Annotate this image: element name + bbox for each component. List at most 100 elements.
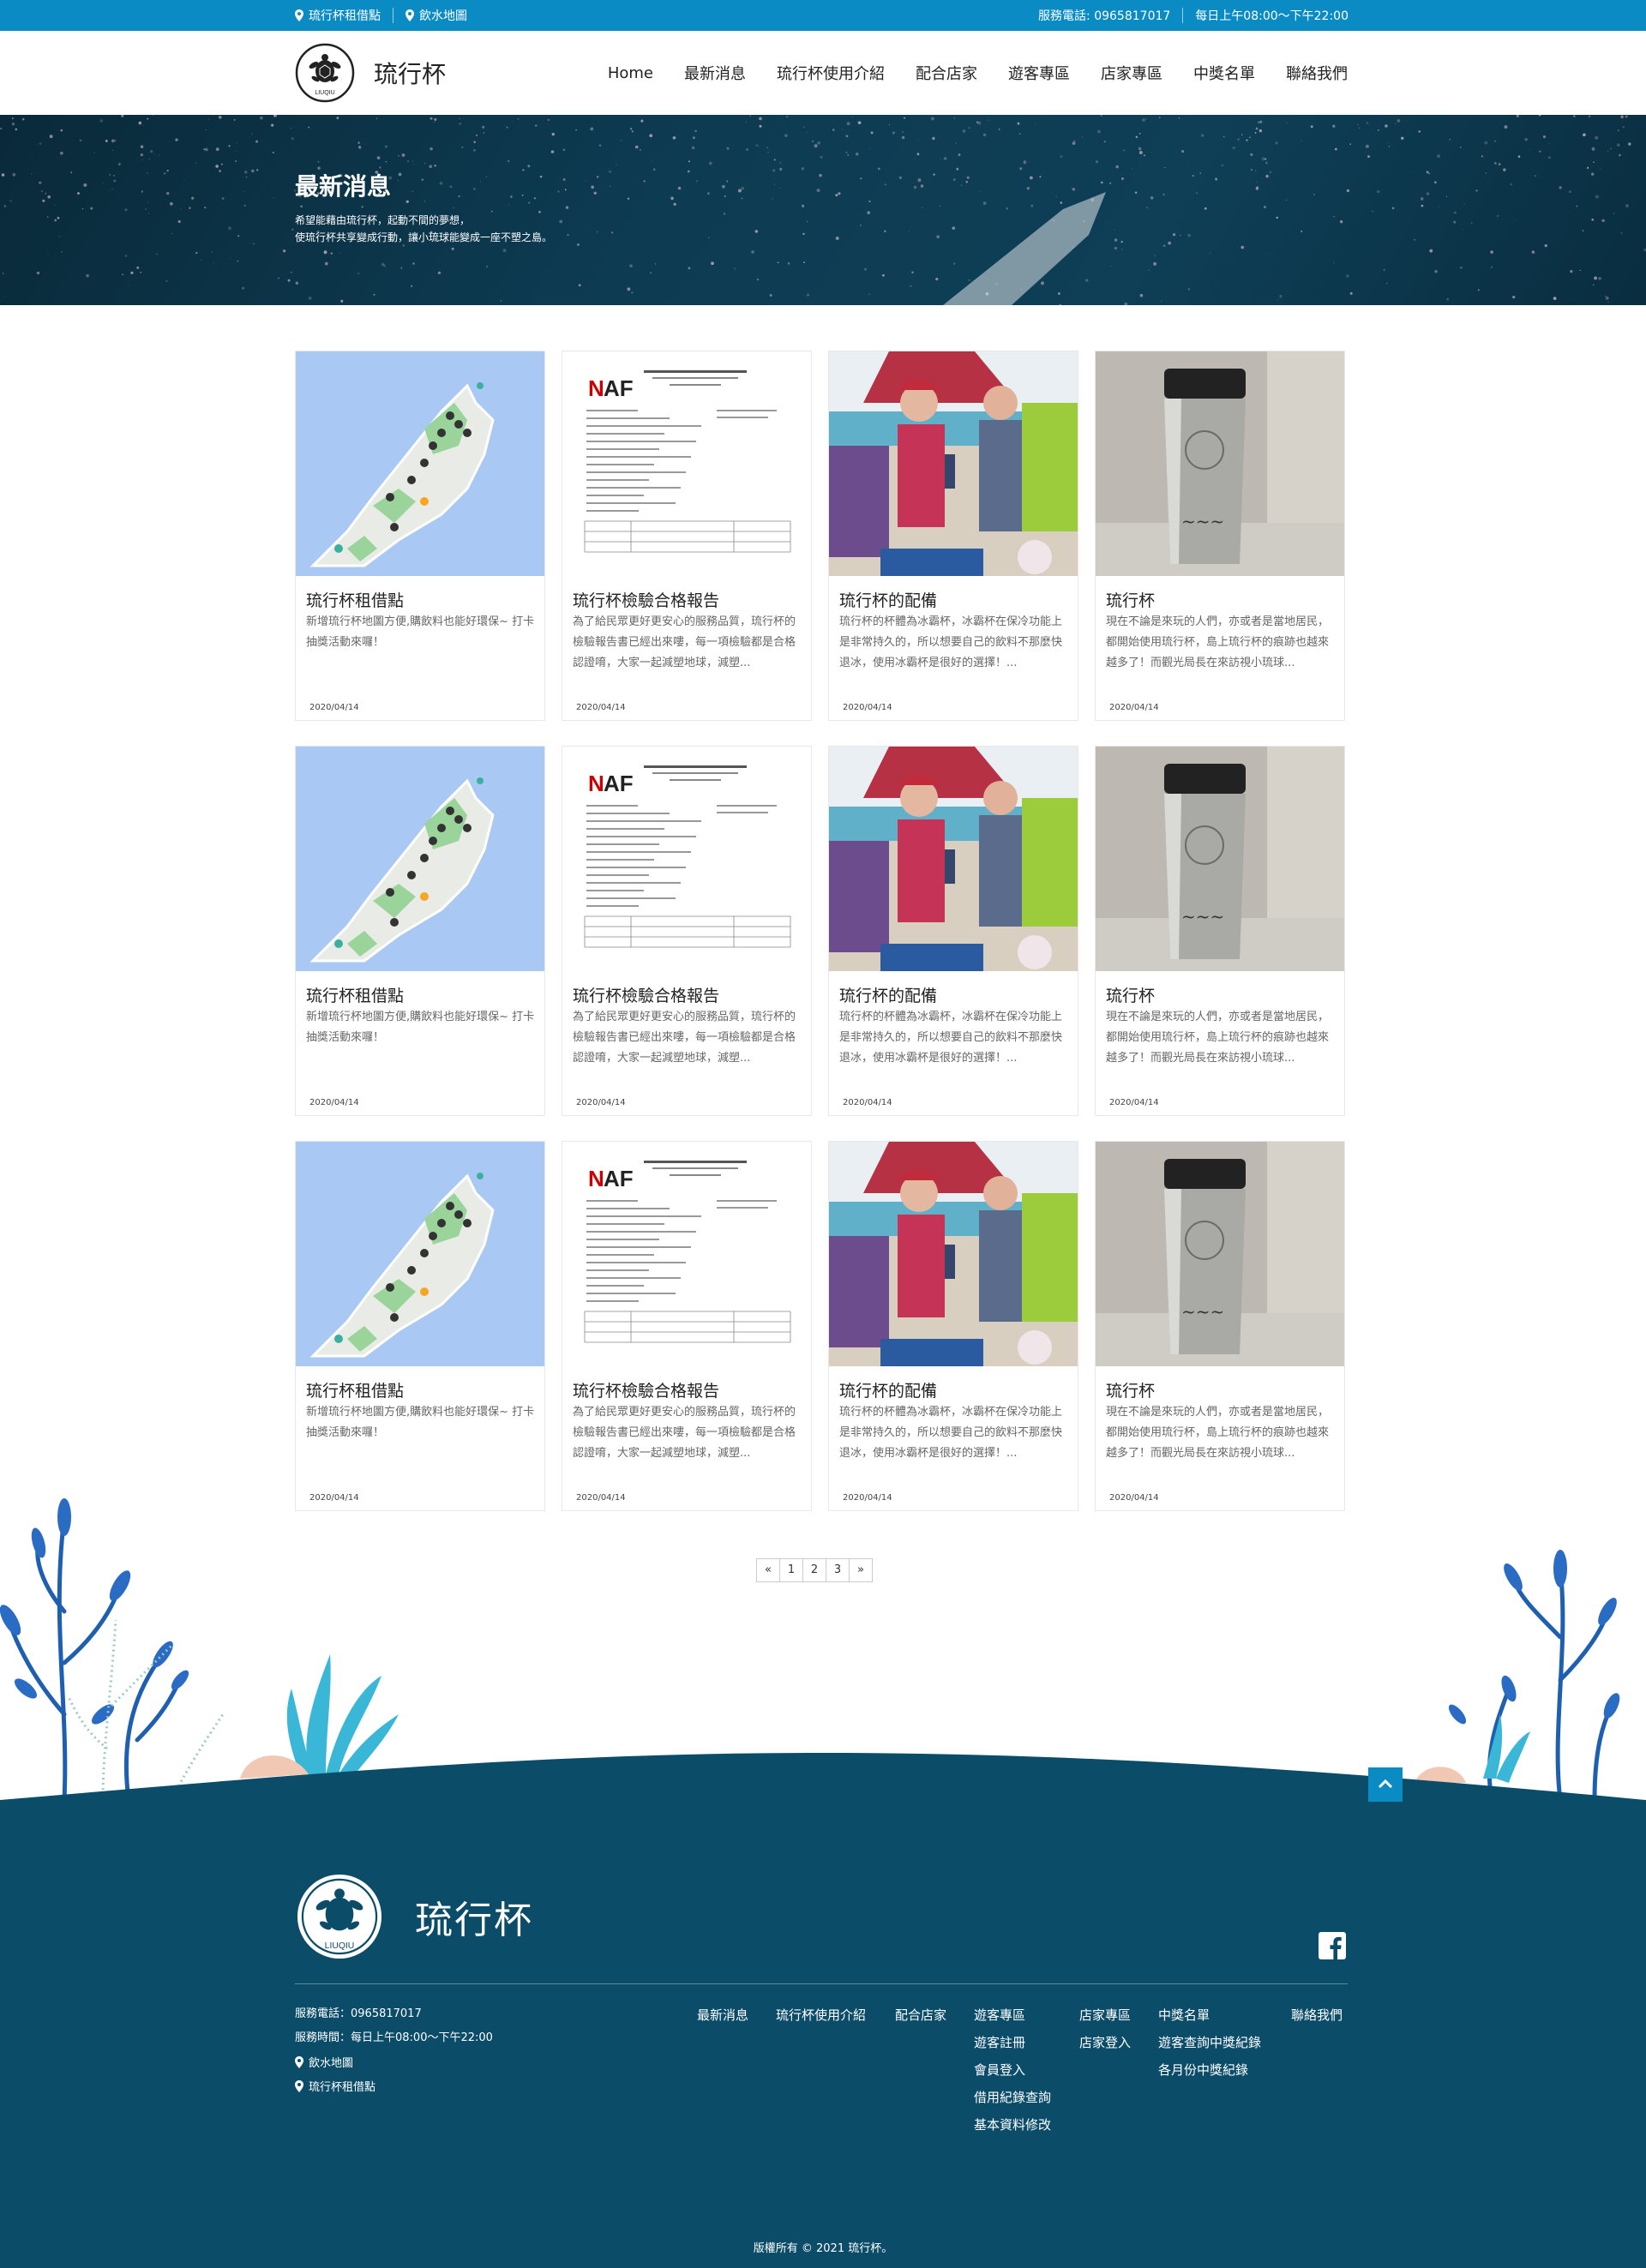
facebook-icon[interactable] — [1319, 1932, 1346, 1959]
svg-text:N: N — [588, 771, 604, 796]
footer-water-map-link[interactable]: 飲水地圖 — [295, 2054, 353, 2070]
footer-link-profile-edit[interactable]: 基本資料修改 — [974, 2115, 1051, 2143]
news-card[interactable]: 琉行杯的配備 琉行杯的杯體為冰霸杯，冰霸杯在保冷功能上是非常持久的，所以想要自己… — [828, 746, 1078, 1116]
footer-link-intro[interactable]: 琉行杯使用介紹 — [776, 2006, 866, 2033]
news-card-description: 新增琉行杯地圖方便,購飲料也能好環保~ 打卡抽獎活動來囉！ — [306, 615, 535, 649]
svg-text:~~~: ~~~ — [1181, 1301, 1224, 1322]
footer-col-stores: 配合店家 — [895, 2006, 946, 2033]
news-card-image[interactable]: N AF — [562, 747, 811, 971]
copyright: 版權所有 © 2021 琉行杯。 — [753, 2242, 893, 2255]
turtle-logo-icon: LIUQIU — [295, 43, 355, 103]
news-card-date: 2020/04/14 — [576, 703, 626, 712]
footer-logo[interactable]: LIUQIU 琉行杯 — [295, 1872, 533, 1961]
news-card-title[interactable]: 琉行杯的配備 — [839, 1378, 937, 1401]
nav-partner-stores[interactable]: 配合店家 — [916, 62, 977, 84]
news-card-image[interactable] — [829, 747, 1078, 971]
nav-winners[interactable]: 中獎名單 — [1193, 62, 1255, 84]
news-card[interactable]: 琉行杯租借點 新增琉行杯地圖方便,購飲料也能好環保~ 打卡抽獎活動來囉！ 202… — [295, 1141, 545, 1511]
news-card-title[interactable]: 琉行杯租借點 — [306, 588, 404, 611]
svg-text:AF: AF — [604, 1166, 634, 1191]
page-title: 最新消息 — [295, 172, 392, 201]
news-card-title[interactable]: 琉行杯的配備 — [839, 983, 937, 1006]
footer-link-store-zone[interactable]: 店家專區 — [1079, 2006, 1131, 2033]
site-footer — [0, 1800, 1646, 2268]
nav-home[interactable]: Home — [608, 64, 653, 82]
news-card[interactable]: N AF 琉行杯檢驗合格報告 為了給民眾更好更安心的服務品質，琉行杯的檢驗報告書… — [562, 1141, 812, 1511]
news-card[interactable]: 琉行杯的配備 琉行杯的杯體為冰霸杯，冰霸杯在保冷功能上是非常持久的，所以想要自己… — [828, 351, 1078, 721]
footer-link-contact[interactable]: 聯絡我們 — [1291, 2006, 1343, 2033]
news-card-title[interactable]: 琉行杯檢驗合格報告 — [573, 1378, 719, 1401]
news-card-title[interactable]: 琉行杯租借點 — [306, 1378, 404, 1401]
ocean-background — [0, 115, 1646, 305]
news-card-description: 琉行杯的杯體為冰霸杯，冰霸杯在保冷功能上是非常持久的，所以想要自己的飲料不那麼快… — [839, 1011, 1063, 1065]
news-card-title[interactable]: 琉行杯 — [1106, 1378, 1155, 1401]
back-to-top-button[interactable] — [1368, 1767, 1403, 1802]
footer-link-news[interactable]: 最新消息 — [697, 2006, 748, 2033]
topbar-water-map-link[interactable]: 飲水地圖 — [405, 7, 467, 24]
nav-contact[interactable]: 聯絡我們 — [1286, 62, 1348, 84]
footer-link-visitor-register[interactable]: 遊客註冊 — [974, 2033, 1051, 2061]
footer-link-monthly-prizes[interactable]: 各月份中獎紀錄 — [1158, 2061, 1261, 2088]
footer-col-visitor: 遊客專區 遊客註冊 會員登入 借用紀錄查詢 基本資料修改 — [974, 2006, 1051, 2143]
news-card-image[interactable]: ~~~ — [1096, 1142, 1344, 1366]
news-card-image[interactable] — [296, 351, 544, 576]
news-card-title[interactable]: 琉行杯 — [1106, 588, 1155, 611]
news-card-image[interactable] — [296, 1142, 544, 1366]
footer-link-stores[interactable]: 配合店家 — [895, 2006, 946, 2033]
news-card[interactable]: 琉行杯的配備 琉行杯的杯體為冰霸杯，冰霸杯在保冷功能上是非常持久的，所以想要自己… — [828, 1141, 1078, 1511]
footer-link-store-login[interactable]: 店家登入 — [1079, 2033, 1131, 2061]
nav-intro[interactable]: 琉行杯使用介紹 — [777, 62, 885, 84]
footer-col-winners: 中獎名單 遊客查詢中獎紀錄 各月份中獎紀錄 — [1158, 2006, 1261, 2088]
news-card-image[interactable]: ~~~ — [1096, 747, 1344, 971]
footer-divider — [295, 1983, 1348, 1984]
news-card-image[interactable]: ~~~ — [1096, 351, 1344, 576]
news-card[interactable]: N AF 琉行杯檢驗合格報告 為了給民眾更好更安心的服務品質，琉行杯的檢驗報告書… — [562, 746, 812, 1116]
topbar-rental-link[interactable]: 琉行杯租借點 — [295, 7, 381, 24]
news-card-date: 2020/04/14 — [576, 1098, 626, 1107]
footer-link-visitor-prize-lookup[interactable]: 遊客查詢中獎紀錄 — [1158, 2033, 1261, 2061]
news-card-title[interactable]: 琉行杯的配備 — [839, 588, 937, 611]
news-card-title[interactable]: 琉行杯租借點 — [306, 983, 404, 1006]
footer-link-winners[interactable]: 中獎名單 — [1158, 2006, 1261, 2033]
news-card[interactable]: N AF 琉行杯檢驗合格報告 為了給民眾更好更安心的服務品質，琉行杯的檢驗報告書… — [562, 351, 812, 721]
news-card-description: 為了給民眾更好更安心的服務品質，琉行杯的檢驗報告書已經出來嘍，每一項檢驗都是合格… — [573, 1406, 796, 1460]
news-card-description: 新增琉行杯地圖方便,購飲料也能好環保~ 打卡抽獎活動來囉！ — [306, 1011, 535, 1044]
site-header: LIUQIU 琉行杯 Home 最新消息 琉行杯使用介紹 配合店家 遊客專區 店… — [0, 31, 1646, 115]
nav-store-zone[interactable]: 店家專區 — [1101, 62, 1162, 84]
footer-link-member-login[interactable]: 會員登入 — [974, 2061, 1051, 2088]
news-card-date: 2020/04/14 — [843, 703, 892, 712]
svg-text:LIUQIU: LIUQIU — [325, 1941, 355, 1951]
news-card-title[interactable]: 琉行杯 — [1106, 983, 1155, 1006]
footer-link-visitor-zone[interactable]: 遊客專區 — [974, 2006, 1051, 2033]
news-card-image[interactable] — [829, 351, 1078, 576]
footer-col-intro: 琉行杯使用介紹 — [776, 2006, 866, 2033]
news-card-description: 為了給民眾更好更安心的服務品質，琉行杯的檢驗報告書已經出來嘍，每一項檢驗都是合格… — [573, 615, 796, 669]
svg-text:N: N — [588, 1166, 604, 1191]
news-card[interactable]: ~~~ 琉行杯 現在不論是來玩的人們，亦或者是當地居民，都開始使用琉行杯，島上琉… — [1095, 351, 1345, 721]
news-card-image[interactable] — [296, 747, 544, 971]
news-card-date: 2020/04/14 — [309, 703, 359, 712]
footer-col-contact: 聯絡我們 — [1291, 2006, 1343, 2033]
brand-name: 琉行杯 — [374, 60, 447, 88]
news-card-image[interactable]: N AF — [562, 1142, 811, 1366]
turtle-logo-icon: LIUQIU — [297, 1874, 382, 1959]
footer-rental-link[interactable]: 琉行杯租借點 — [295, 2078, 375, 2094]
news-card-description: 現在不論是來玩的人們，亦或者是當地居民，都開始使用琉行杯，島上琉行杯的痕跡也越來… — [1106, 615, 1330, 669]
news-card[interactable]: ~~~ 琉行杯 現在不論是來玩的人們，亦或者是當地居民，都開始使用琉行杯，島上琉… — [1095, 1141, 1345, 1511]
news-card-title[interactable]: 琉行杯檢驗合格報告 — [573, 983, 719, 1006]
seaweed-wave-decoration — [0, 1498, 1646, 1809]
topbar-hours: 每日上午08:00～下午22:00 — [1195, 9, 1349, 23]
nav-news[interactable]: 最新消息 — [684, 62, 746, 84]
footer-link-borrow-history[interactable]: 借用紀錄查詢 — [974, 2088, 1051, 2115]
news-card[interactable]: 琉行杯租借點 新增琉行杯地圖方便,購飲料也能好環保~ 打卡抽獎活動來囉！ 202… — [295, 351, 545, 721]
news-card-date: 2020/04/14 — [309, 1098, 359, 1107]
nav-visitor-zone[interactable]: 遊客專區 — [1008, 62, 1070, 84]
news-card[interactable]: 琉行杯租借點 新增琉行杯地圖方便,購飲料也能好環保~ 打卡抽獎活動來囉！ 202… — [295, 746, 545, 1116]
news-card-image[interactable]: N AF — [562, 351, 811, 576]
news-card[interactable]: ~~~ 琉行杯 現在不論是來玩的人們，亦或者是當地居民，都開始使用琉行杯，島上琉… — [1095, 746, 1345, 1116]
svg-text:LIUQIU: LIUQIU — [315, 90, 334, 96]
site-logo[interactable]: LIUQIU 琉行杯 — [295, 43, 446, 103]
map-pin-icon — [295, 9, 303, 21]
news-card-image[interactable] — [829, 1142, 1078, 1366]
news-card-title[interactable]: 琉行杯檢驗合格報告 — [573, 588, 719, 611]
